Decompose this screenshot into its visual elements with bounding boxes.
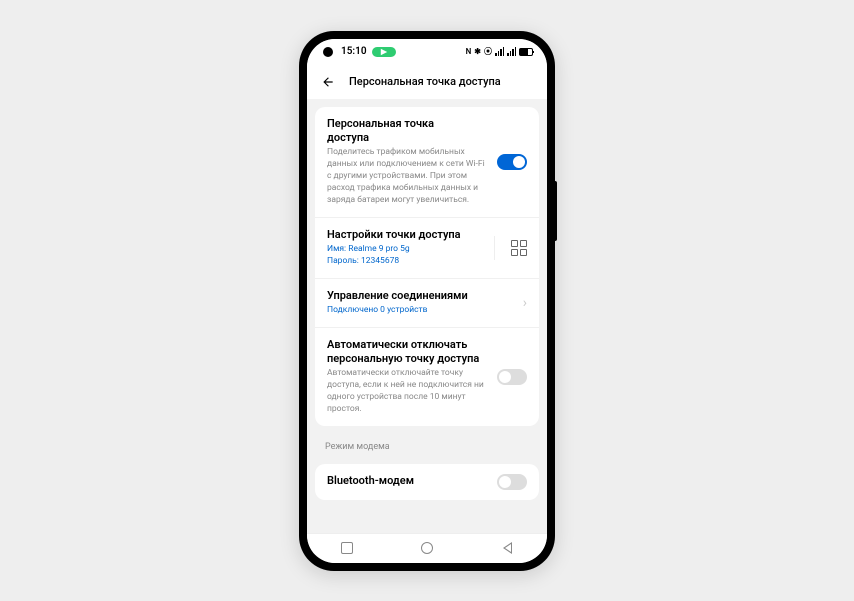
auto-off-toggle[interactable] [497,369,527,385]
page-title: Персональная точка доступа [349,75,501,88]
nav-back[interactable] [487,538,527,558]
status-pill [372,47,396,57]
settings-password: Пароль: 12345678 [327,256,486,268]
signal-icon-2 [507,47,516,56]
divider [494,236,495,260]
content-scroll[interactable]: Персональная точка доступа Поделитесь тр… [307,99,547,533]
page-header: Персональная точка доступа [307,65,547,99]
auto-off-desc: Автоматически отключайте точку доступа, … [327,368,489,416]
card-modem: Bluetooth-модем [315,464,539,500]
card-main: Персональная точка доступа Поделитесь тр… [315,107,539,426]
vibrate-icon: ⦿ [484,46,492,57]
hotspot-title: Персональная точка доступа [327,117,489,146]
row-bluetooth-modem[interactable]: Bluetooth-модем [315,464,539,500]
hotspot-toggle[interactable] [497,154,527,170]
qr-icon[interactable] [511,240,527,256]
chevron-right-icon: › [523,295,527,311]
front-camera [323,47,333,57]
settings-name: Имя: Realme 9 pro 5g [327,244,486,256]
status-time: 15:10 [341,46,367,57]
phone-frame: 15:10 N ✱ ⦿ [299,31,555,571]
hotspot-desc: Поделитесь трафиком мобильных данных или… [327,147,489,206]
auto-off-title: Автоматически отключать персональную точ… [327,338,489,367]
nav-bar [307,533,547,563]
status-bar: 15:10 N ✱ ⦿ [307,39,547,65]
row-hotspot-toggle[interactable]: Персональная точка доступа Поделитесь тр… [315,107,539,217]
nfc-icon: N [466,47,472,56]
bt-modem-toggle[interactable] [497,474,527,490]
battery-icon [519,48,533,56]
connections-sub: Подключено 0 устройств [327,305,515,317]
connections-title: Управление соединениями [327,289,515,303]
signal-icon [495,47,504,56]
bt-modem-title: Bluetooth-модем [327,474,489,488]
screen: 15:10 N ✱ ⦿ [307,39,547,563]
back-button[interactable] [321,75,335,89]
nav-home[interactable] [407,538,447,558]
bluetooth-icon: ✱ [474,47,481,56]
section-modem-mode: Режим модема [307,434,547,456]
nav-recent[interactable] [327,538,367,558]
settings-title: Настройки точки доступа [327,228,486,242]
row-auto-off[interactable]: Автоматически отключать персональную точ… [315,327,539,426]
row-hotspot-settings[interactable]: Настройки точки доступа Имя: Realme 9 pr… [315,217,539,278]
row-manage-connections[interactable]: Управление соединениями Подключено 0 уст… [315,278,539,327]
